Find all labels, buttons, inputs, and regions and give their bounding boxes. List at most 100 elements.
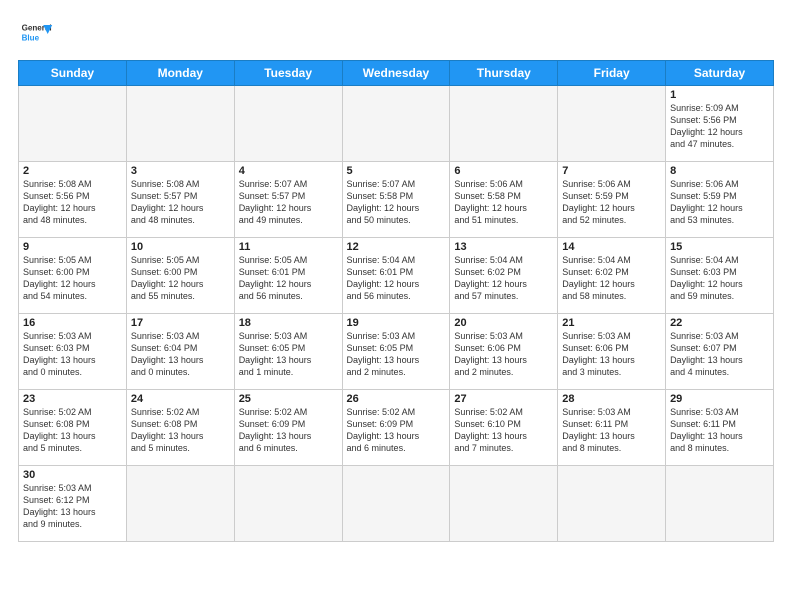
weekday-header-thursday: Thursday: [450, 61, 558, 86]
cell-info: Sunrise: 5:05 AMSunset: 6:00 PMDaylight:…: [131, 254, 230, 303]
cell-date: 23: [23, 393, 122, 405]
header: General Blue: [18, 16, 774, 52]
cell-date: 17: [131, 317, 230, 329]
calendar-cell: 20Sunrise: 5:03 AMSunset: 6:06 PMDayligh…: [450, 314, 558, 390]
cell-info: Sunrise: 5:02 AMSunset: 6:08 PMDaylight:…: [23, 406, 122, 455]
calendar-cell: 3Sunrise: 5:08 AMSunset: 5:57 PMDaylight…: [126, 162, 234, 238]
calendar-cell: 11Sunrise: 5:05 AMSunset: 6:01 PMDayligh…: [234, 238, 342, 314]
cell-info: Sunrise: 5:03 AMSunset: 6:06 PMDaylight:…: [454, 330, 553, 379]
cell-date: 15: [670, 241, 769, 253]
cell-info: Sunrise: 5:07 AMSunset: 5:57 PMDaylight:…: [239, 178, 338, 227]
calendar-cell: [126, 86, 234, 162]
calendar-cell: 12Sunrise: 5:04 AMSunset: 6:01 PMDayligh…: [342, 238, 450, 314]
cell-date: 1: [670, 89, 769, 101]
calendar-cell: 9Sunrise: 5:05 AMSunset: 6:00 PMDaylight…: [19, 238, 127, 314]
cell-info: Sunrise: 5:04 AMSunset: 6:01 PMDaylight:…: [347, 254, 446, 303]
calendar-cell: 30Sunrise: 5:03 AMSunset: 6:12 PMDayligh…: [19, 466, 127, 542]
calendar-cell: [666, 466, 774, 542]
cell-info: Sunrise: 5:08 AMSunset: 5:57 PMDaylight:…: [131, 178, 230, 227]
calendar-cell: 23Sunrise: 5:02 AMSunset: 6:08 PMDayligh…: [19, 390, 127, 466]
calendar-cell: 8Sunrise: 5:06 AMSunset: 5:59 PMDaylight…: [666, 162, 774, 238]
calendar-cell: 28Sunrise: 5:03 AMSunset: 6:11 PMDayligh…: [558, 390, 666, 466]
weekday-header-sunday: Sunday: [19, 61, 127, 86]
cell-date: 9: [23, 241, 122, 253]
cell-info: Sunrise: 5:02 AMSunset: 6:10 PMDaylight:…: [454, 406, 553, 455]
calendar-cell: 10Sunrise: 5:05 AMSunset: 6:00 PMDayligh…: [126, 238, 234, 314]
calendar-cell: 1Sunrise: 5:09 AMSunset: 5:56 PMDaylight…: [666, 86, 774, 162]
weekday-header-friday: Friday: [558, 61, 666, 86]
cell-date: 28: [562, 393, 661, 405]
cell-info: Sunrise: 5:02 AMSunset: 6:08 PMDaylight:…: [131, 406, 230, 455]
calendar: SundayMondayTuesdayWednesdayThursdayFrid…: [18, 60, 774, 542]
cell-info: Sunrise: 5:04 AMSunset: 6:03 PMDaylight:…: [670, 254, 769, 303]
calendar-cell: 14Sunrise: 5:04 AMSunset: 6:02 PMDayligh…: [558, 238, 666, 314]
svg-text:Blue: Blue: [22, 33, 40, 42]
calendar-week-row: 23Sunrise: 5:02 AMSunset: 6:08 PMDayligh…: [19, 390, 774, 466]
cell-date: 10: [131, 241, 230, 253]
calendar-cell: 24Sunrise: 5:02 AMSunset: 6:08 PMDayligh…: [126, 390, 234, 466]
weekday-row: SundayMondayTuesdayWednesdayThursdayFrid…: [19, 61, 774, 86]
calendar-cell: 29Sunrise: 5:03 AMSunset: 6:11 PMDayligh…: [666, 390, 774, 466]
page: General Blue SundayMondayTuesdayWednesda…: [0, 0, 792, 612]
calendar-cell: [450, 86, 558, 162]
weekday-header-monday: Monday: [126, 61, 234, 86]
calendar-cell: 27Sunrise: 5:02 AMSunset: 6:10 PMDayligh…: [450, 390, 558, 466]
cell-info: Sunrise: 5:03 AMSunset: 6:05 PMDaylight:…: [347, 330, 446, 379]
cell-info: Sunrise: 5:04 AMSunset: 6:02 PMDaylight:…: [454, 254, 553, 303]
calendar-cell: 2Sunrise: 5:08 AMSunset: 5:56 PMDaylight…: [19, 162, 127, 238]
calendar-header: SundayMondayTuesdayWednesdayThursdayFrid…: [19, 61, 774, 86]
calendar-cell: [19, 86, 127, 162]
calendar-cell: 22Sunrise: 5:03 AMSunset: 6:07 PMDayligh…: [666, 314, 774, 390]
logo: General Blue: [18, 16, 54, 52]
calendar-cell: [234, 466, 342, 542]
cell-date: 11: [239, 241, 338, 253]
calendar-cell: 21Sunrise: 5:03 AMSunset: 6:06 PMDayligh…: [558, 314, 666, 390]
cell-info: Sunrise: 5:03 AMSunset: 6:06 PMDaylight:…: [562, 330, 661, 379]
calendar-cell: 4Sunrise: 5:07 AMSunset: 5:57 PMDaylight…: [234, 162, 342, 238]
cell-date: 18: [239, 317, 338, 329]
calendar-cell: 15Sunrise: 5:04 AMSunset: 6:03 PMDayligh…: [666, 238, 774, 314]
cell-info: Sunrise: 5:05 AMSunset: 6:00 PMDaylight:…: [23, 254, 122, 303]
cell-date: 13: [454, 241, 553, 253]
cell-date: 16: [23, 317, 122, 329]
cell-info: Sunrise: 5:08 AMSunset: 5:56 PMDaylight:…: [23, 178, 122, 227]
cell-info: Sunrise: 5:06 AMSunset: 5:58 PMDaylight:…: [454, 178, 553, 227]
calendar-week-row: 1Sunrise: 5:09 AMSunset: 5:56 PMDaylight…: [19, 86, 774, 162]
cell-info: Sunrise: 5:03 AMSunset: 6:11 PMDaylight:…: [670, 406, 769, 455]
cell-date: 7: [562, 165, 661, 177]
cell-date: 2: [23, 165, 122, 177]
weekday-header-tuesday: Tuesday: [234, 61, 342, 86]
cell-info: Sunrise: 5:06 AMSunset: 5:59 PMDaylight:…: [670, 178, 769, 227]
calendar-cell: [342, 466, 450, 542]
cell-info: Sunrise: 5:02 AMSunset: 6:09 PMDaylight:…: [239, 406, 338, 455]
calendar-week-row: 2Sunrise: 5:08 AMSunset: 5:56 PMDaylight…: [19, 162, 774, 238]
cell-info: Sunrise: 5:03 AMSunset: 6:07 PMDaylight:…: [670, 330, 769, 379]
cell-info: Sunrise: 5:06 AMSunset: 5:59 PMDaylight:…: [562, 178, 661, 227]
cell-info: Sunrise: 5:02 AMSunset: 6:09 PMDaylight:…: [347, 406, 446, 455]
cell-date: 14: [562, 241, 661, 253]
cell-date: 24: [131, 393, 230, 405]
calendar-cell: 18Sunrise: 5:03 AMSunset: 6:05 PMDayligh…: [234, 314, 342, 390]
calendar-week-row: 16Sunrise: 5:03 AMSunset: 6:03 PMDayligh…: [19, 314, 774, 390]
cell-date: 5: [347, 165, 446, 177]
cell-date: 22: [670, 317, 769, 329]
calendar-cell: 25Sunrise: 5:02 AMSunset: 6:09 PMDayligh…: [234, 390, 342, 466]
calendar-week-row: 30Sunrise: 5:03 AMSunset: 6:12 PMDayligh…: [19, 466, 774, 542]
cell-info: Sunrise: 5:03 AMSunset: 6:05 PMDaylight:…: [239, 330, 338, 379]
cell-date: 19: [347, 317, 446, 329]
cell-date: 12: [347, 241, 446, 253]
cell-date: 3: [131, 165, 230, 177]
calendar-cell: 16Sunrise: 5:03 AMSunset: 6:03 PMDayligh…: [19, 314, 127, 390]
cell-date: 30: [23, 469, 122, 481]
weekday-header-saturday: Saturday: [666, 61, 774, 86]
cell-info: Sunrise: 5:07 AMSunset: 5:58 PMDaylight:…: [347, 178, 446, 227]
calendar-cell: 6Sunrise: 5:06 AMSunset: 5:58 PMDaylight…: [450, 162, 558, 238]
cell-date: 8: [670, 165, 769, 177]
weekday-header-wednesday: Wednesday: [342, 61, 450, 86]
cell-info: Sunrise: 5:03 AMSunset: 6:03 PMDaylight:…: [23, 330, 122, 379]
calendar-cell: 13Sunrise: 5:04 AMSunset: 6:02 PMDayligh…: [450, 238, 558, 314]
cell-info: Sunrise: 5:04 AMSunset: 6:02 PMDaylight:…: [562, 254, 661, 303]
cell-date: 4: [239, 165, 338, 177]
calendar-cell: [558, 466, 666, 542]
cell-info: Sunrise: 5:03 AMSunset: 6:11 PMDaylight:…: [562, 406, 661, 455]
